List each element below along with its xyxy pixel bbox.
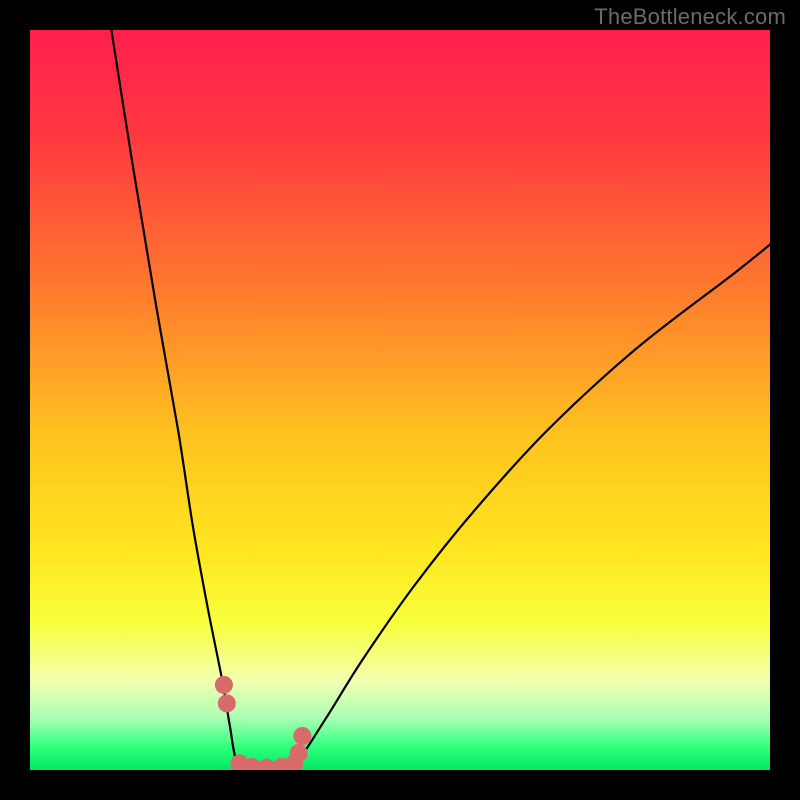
highlight-marker — [218, 695, 235, 712]
chart-frame: TheBottleneck.com — [0, 0, 800, 800]
plot-area — [30, 30, 770, 770]
plot-svg — [30, 30, 770, 770]
watermark-text: TheBottleneck.com — [594, 4, 786, 30]
highlight-marker — [290, 744, 307, 761]
highlight-marker — [215, 676, 232, 693]
highlight-marker — [294, 727, 311, 744]
gradient-background — [30, 30, 770, 770]
